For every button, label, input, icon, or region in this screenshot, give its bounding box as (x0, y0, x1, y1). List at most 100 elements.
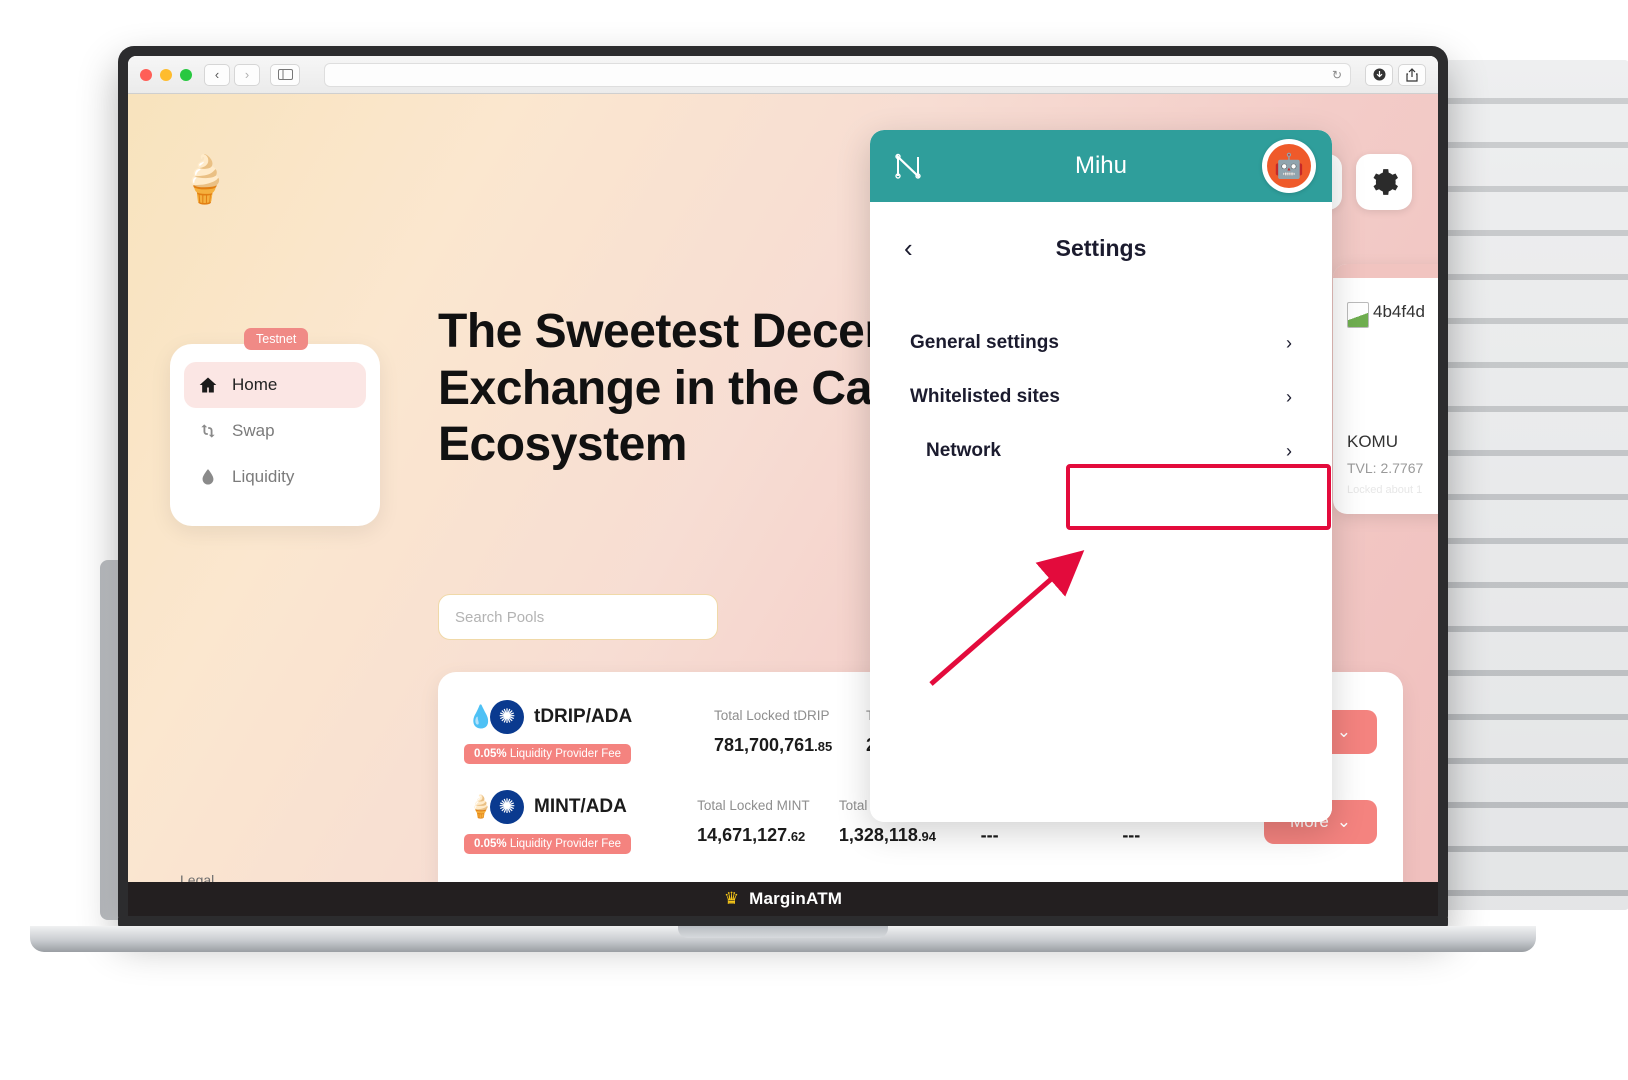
fee-label: Liquidity Provider Fee (509, 748, 622, 760)
settings-menu: General settings › Whitelisted sites › N… (904, 316, 1298, 478)
pool-identity: 💧 ✺ tDRIP/ADA 0.05% Liquidity Provider F… (464, 700, 714, 764)
search-pools-input[interactable]: Search Pools (438, 594, 718, 640)
laptop-base-notch (678, 926, 888, 938)
wallet-header: Mihu 🤖 (870, 130, 1332, 202)
pool-column: Total Locked tDRIP 781,700,761.85 (714, 708, 866, 756)
wallet-body: ‹ Settings General settings › Whiteliste… (870, 202, 1332, 822)
watermark-text: MarginATM (749, 889, 843, 908)
pool-identity: 🍦 ✺ MINT/ADA 0.05% Liquidity Provider Fe… (464, 790, 697, 854)
watermark-bar: ♛ MarginATM (128, 882, 1438, 916)
settings-item-network[interactable]: Network › (904, 424, 1298, 478)
fee-percent: 0.05% (474, 838, 507, 850)
toolbar-actions[interactable] (1365, 63, 1426, 86)
settings-item-whitelisted-sites[interactable]: Whitelisted sites › (904, 370, 1298, 424)
pool-pair-name: MINT/ADA (534, 796, 627, 817)
pool-token-icons: 💧 ✺ (464, 700, 524, 734)
forward-button[interactable]: › (234, 63, 260, 86)
cardano-icon: ✺ (490, 790, 524, 824)
navigation-buttons[interactable]: ‹ › (204, 63, 260, 86)
download-icon (1373, 68, 1385, 81)
sidebar-item-swap[interactable]: Swap (184, 408, 366, 454)
sidebar-toggle-icon (277, 69, 293, 80)
broken-image-placeholder: 4b4f4d (1347, 302, 1438, 328)
crown-icon: ♛ (723, 889, 740, 908)
nami-n-logo (888, 146, 928, 186)
left-sidebar: Testnet Home Swap Liquidity (170, 328, 380, 526)
chevron-down-icon: ⌄ (1336, 812, 1352, 831)
value-dec: .85 (814, 739, 833, 754)
droplet-icon (198, 467, 218, 487)
chevron-down-icon: ⌄ (1336, 722, 1351, 741)
gear-icon (1373, 169, 1398, 195)
sidebar-item-swap-label: Swap (232, 421, 275, 440)
wallet-extension-popup: Mihu 🤖 ‹ Settings General settings › Whi… (870, 130, 1332, 822)
sidebar-item-home[interactable]: Home (184, 362, 366, 408)
ice-cream-sundae-logo: 🍦 (176, 153, 234, 205)
broken-image-icon (1347, 302, 1369, 328)
dex-page: 🍦 Testnet Home Swap Liquidity The Sweete… (128, 94, 1438, 916)
cardano-icon: ✺ (490, 700, 524, 734)
sidebar-item-liquidity-label: Liquidity (232, 467, 295, 486)
browser-toolbar: ‹ › ↻ (128, 56, 1438, 94)
chevron-right-icon: › (1286, 332, 1292, 353)
swap-icon (198, 421, 218, 441)
laptop-frame: ‹ › ↻ 🍦 Testnet Home Swap Liquidity The … (118, 46, 1448, 926)
column-label: Total Locked tDRIP (714, 708, 830, 723)
fee-badge: 0.05% Liquidity Provider Fee (464, 834, 632, 854)
column-value: 781,700,761.85 (714, 735, 866, 756)
column-value: 1,328,118.94 (839, 825, 981, 846)
pool-pair-name: tDRIP/ADA (534, 706, 633, 727)
screenshot-root: ‹ › ↻ 🍦 Testnet Home Swap Liquidity The … (0, 0, 1628, 1080)
search-placeholder: Search Pools (455, 608, 545, 626)
column-label: Total Locked MINT (697, 798, 810, 813)
address-bar[interactable]: ↻ (324, 62, 1351, 87)
broken-image-alt: 4b4f4d (1373, 302, 1425, 321)
page-title: Settings (1055, 234, 1147, 261)
value-dec: .62 (787, 829, 806, 844)
card-banner (1333, 264, 1438, 278)
column-value: --- (980, 825, 999, 845)
value-int: 14,671,127 (697, 825, 788, 845)
fee-badge: 0.05% Liquidity Provider Fee (464, 744, 632, 764)
share-button[interactable] (1398, 63, 1426, 86)
column-value: 14,671,127.62 (697, 825, 839, 846)
back-button[interactable]: ‹ (904, 233, 932, 264)
token-side-card[interactable]: 4b4f4d KOMU TVL: 2.7767 Locked about 1 (1333, 264, 1438, 514)
minimize-window-button[interactable] (160, 68, 172, 81)
side-card-tvl: TVL: 2.7767 (1347, 460, 1424, 476)
laptop-base (30, 926, 1536, 952)
back-button[interactable]: ‹ (204, 63, 230, 86)
home-icon (198, 375, 218, 395)
sidebar-toggle-button[interactable] (270, 63, 300, 86)
pool-token-icons: 🍦 ✺ (464, 790, 524, 824)
column-value: --- (1122, 825, 1141, 845)
sidebar-item-home-label: Home (232, 375, 278, 394)
value-int: 1,328,118 (838, 825, 918, 845)
value-int: 781,700,761 (714, 735, 815, 755)
testnet-badge: Testnet (244, 328, 309, 350)
fee-percent: 0.05% (474, 748, 507, 760)
close-window-button[interactable] (140, 68, 152, 81)
robot-avatar-icon: 🤖 (1267, 144, 1311, 188)
settings-item-label: Whitelisted sites (910, 386, 1060, 407)
share-icon (1406, 67, 1418, 82)
settings-gear-button[interactable] (1356, 154, 1412, 210)
laptop-screen: ‹ › ↻ 🍦 Testnet Home Swap Liquidity The … (128, 56, 1438, 916)
window-traffic-lights[interactable] (140, 68, 192, 81)
maximize-window-button[interactable] (180, 68, 192, 81)
settings-item-general[interactable]: General settings › (904, 316, 1298, 370)
settings-item-label: General settings (910, 332, 1059, 353)
chevron-right-icon: › (1286, 440, 1292, 461)
side-card-token: KOMU (1347, 432, 1398, 451)
chevron-right-icon: › (1286, 386, 1292, 407)
reload-icon[interactable]: ↻ (1332, 68, 1342, 82)
pool-column: Total Locked MINT 14,671,127.62 (697, 798, 839, 846)
downloads-button[interactable] (1365, 63, 1393, 86)
settings-item-label: Network (926, 440, 1001, 461)
value-dec: .94 (917, 829, 937, 844)
side-card-subtext: Locked about 1 (1347, 484, 1423, 496)
wallet-subheader: ‹ Settings (904, 228, 1298, 268)
sidebar-item-liquidity[interactable]: Liquidity (184, 454, 366, 500)
fee-label: Liquidity Provider Fee (509, 838, 622, 850)
avatar[interactable]: 🤖 (1262, 139, 1316, 193)
